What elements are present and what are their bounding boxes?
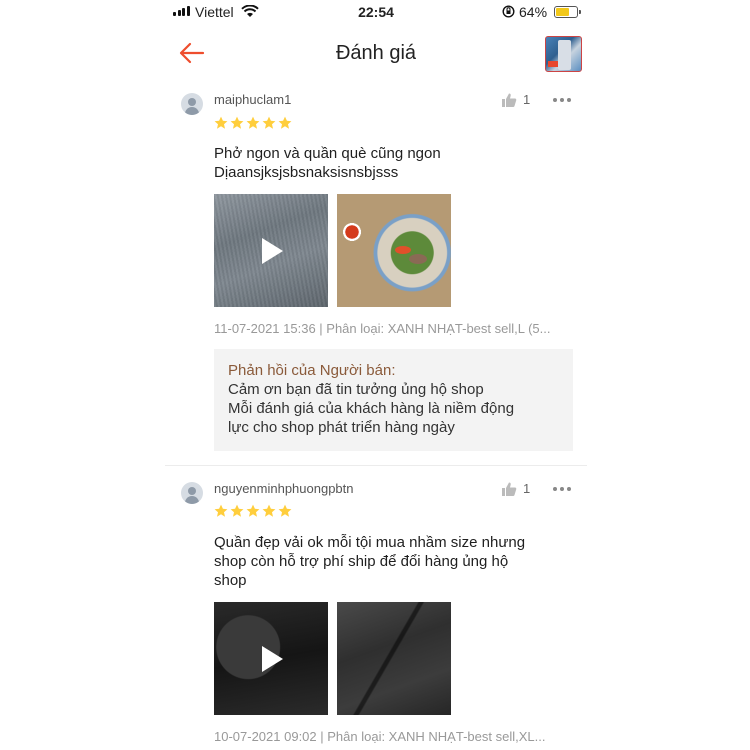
review-meta: 10-07-2021 09:02 | Phân loại: XANH NHẠT-… — [214, 729, 546, 744]
review-username: maiphuclam1 — [214, 92, 292, 107]
more-options-icon[interactable] — [553, 485, 575, 493]
review-video[interactable] — [214, 602, 328, 715]
star-icon — [246, 504, 260, 517]
review-video[interactable] — [214, 194, 328, 307]
review-divider — [165, 465, 587, 466]
play-icon — [262, 646, 283, 672]
seller-reply: Phản hồi của Người bán: Cảm ơn bạn đã ti… — [214, 349, 573, 451]
user-avatar-icon — [181, 482, 203, 504]
star-icon — [230, 116, 244, 129]
star-icon — [278, 116, 292, 129]
seller-reply-title: Phản hồi của Người bán: — [228, 362, 396, 379]
star-icon — [278, 504, 292, 517]
review-photo[interactable] — [337, 194, 451, 307]
rating-stars — [214, 504, 292, 518]
status-bar: Viettel 22:54 64% — [165, 0, 587, 24]
more-options-icon[interactable] — [553, 96, 575, 104]
header: Đánh giá — [165, 28, 587, 80]
star-icon — [214, 116, 228, 129]
battery-percent: 64% — [519, 4, 548, 20]
review-meta: 11-07-2021 15:36 | Phân loại: XANH NHẠT-… — [214, 321, 551, 336]
rating-stars — [214, 116, 292, 130]
star-icon — [262, 116, 276, 129]
battery-icon — [554, 6, 581, 18]
review-photo[interactable] — [337, 602, 451, 715]
review-comment: Quần đẹp vải ok mỗi tội mua nhầm size nh… — [214, 533, 574, 590]
review-comment: Phở ngon và quần què cũng ngon Dịaansjks… — [214, 144, 574, 182]
like-count: 1 — [523, 481, 531, 496]
seller-reply-line: Cảm ơn bạn đã tin tưởng ủng hộ shop — [228, 381, 484, 398]
play-icon — [262, 238, 283, 264]
seller-reply-line: lực cho shop phát triển hàng ngày — [228, 419, 455, 436]
product-thumbnail[interactable] — [545, 36, 582, 72]
star-icon — [230, 504, 244, 517]
comment-line: shop — [214, 572, 247, 589]
star-icon — [262, 504, 276, 517]
comment-line: Quần đẹp vải ok mỗi tội mua nhầm size nh… — [214, 534, 526, 551]
seller-reply-line: Mỗi đánh giá của khách hàng là niềm động — [228, 400, 515, 417]
comment-line: shop còn hỗ trợ phí ship để đổi hàng ủng… — [214, 553, 509, 570]
star-icon — [246, 116, 260, 129]
star-icon — [214, 504, 228, 517]
like-count: 1 — [523, 92, 531, 107]
rotation-lock-icon — [502, 5, 515, 18]
comment-line: Phở ngon và quần què cũng ngon — [214, 145, 441, 162]
comment-line: Dịaansjksjsbsnaksisnsbjsss — [214, 164, 399, 181]
thumbs-up-icon[interactable] — [501, 481, 517, 497]
thumbs-up-icon[interactable] — [501, 92, 517, 108]
user-avatar-icon — [181, 93, 203, 115]
page-title: Đánh giá — [335, 42, 417, 64]
review-username: nguyenminhphuongpbtn — [214, 481, 354, 496]
phone-screen: Viettel 22:54 64% Đánh giá maiphuclam1 1 — [165, 0, 587, 750]
